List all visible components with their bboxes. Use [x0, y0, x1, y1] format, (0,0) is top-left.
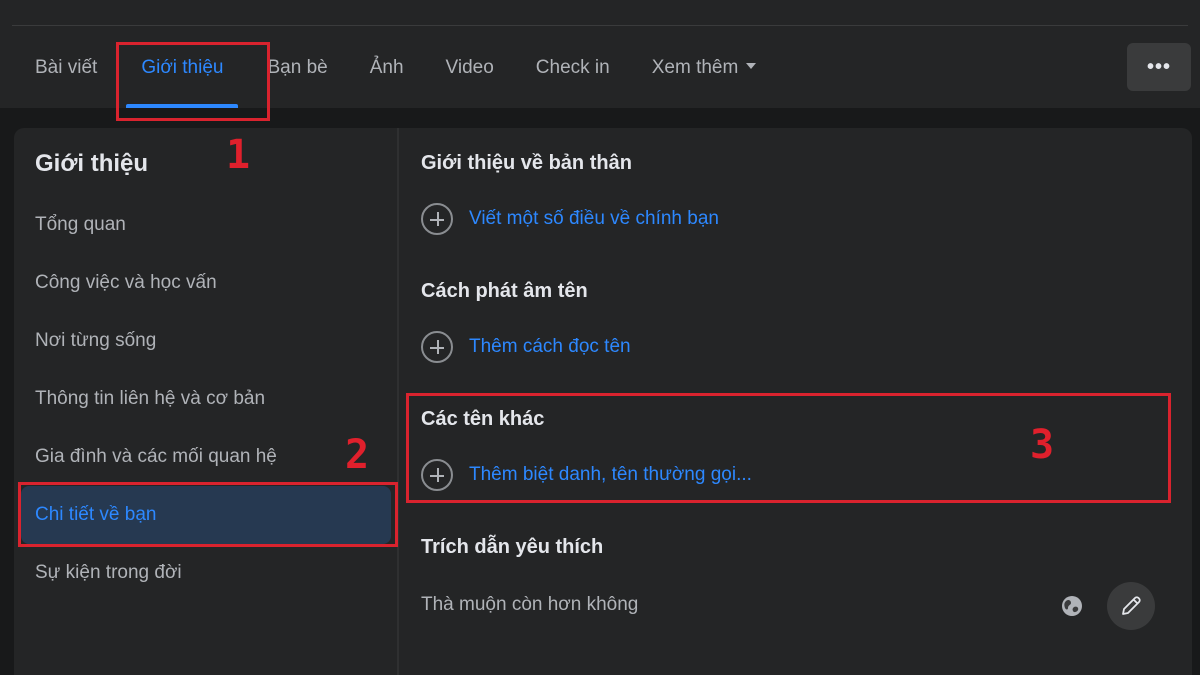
- tab-more[interactable]: Xem thêm: [631, 45, 778, 108]
- section-title-favorite-quotes: Trích dẫn yêu thích: [421, 536, 604, 558]
- more-horizontal-icon: •••: [1146, 55, 1171, 78]
- add-nickname-button[interactable]: Thêm biệt danh, tên thường gọi...: [421, 458, 752, 492]
- sidebar-item-overview[interactable]: Tổng quan: [21, 196, 391, 254]
- section-title-name-pronunciation: Cách phát âm tên: [421, 280, 588, 302]
- sidebar-title: Giới thiệu: [35, 150, 149, 177]
- sidebar-item-places-lived[interactable]: Nơi từng sống: [21, 312, 391, 370]
- plus-circle-icon: [421, 331, 453, 363]
- sidebar-item-family-relationships[interactable]: Gia đình và các mối quan hệ: [21, 428, 391, 486]
- tab-photos[interactable]: Ảnh: [349, 45, 425, 108]
- plus-circle-icon: [421, 203, 453, 235]
- edit-quote-button[interactable]: [1107, 582, 1155, 630]
- about-content: Giới thiệu về bản thân Viết một số điều …: [421, 128, 1192, 675]
- tab-posts[interactable]: Bài viết: [14, 45, 118, 108]
- tab-friends[interactable]: Bạn bè: [246, 45, 348, 108]
- globe-icon[interactable]: [1061, 595, 1083, 617]
- tab-video[interactable]: Video: [425, 45, 515, 108]
- divider: [12, 25, 1188, 26]
- tab-more-label: Xem thêm: [651, 57, 739, 78]
- add-name-pronunciation-button[interactable]: Thêm cách đọc tên: [421, 330, 631, 364]
- sidebar-item-work-education[interactable]: Công việc và học vấn: [21, 254, 391, 312]
- more-options-button[interactable]: •••: [1127, 43, 1191, 91]
- favorite-quote-text: Thà muộn còn hơn không: [421, 594, 639, 615]
- plus-circle-icon: [421, 459, 453, 491]
- tab-about[interactable]: Giới thiệu: [118, 45, 246, 108]
- profile-tab-bar: Bài viết Giới thiệu Bạn bè Ảnh Video Che…: [0, 0, 1200, 108]
- tab-check-in[interactable]: Check in: [515, 45, 631, 108]
- sidebar-item-life-events[interactable]: Sự kiện trong đời: [21, 544, 391, 602]
- sidebar-item-contact-basic-info[interactable]: Thông tin liên hệ và cơ bản: [21, 370, 391, 428]
- about-card: Giới thiệu Tổng quan Công việc và học vấ…: [14, 128, 1192, 675]
- section-title-other-names: Các tên khác: [421, 408, 545, 430]
- add-name-pronunciation-label: Thêm cách đọc tên: [469, 336, 631, 357]
- sidebar-item-details-about-you[interactable]: Chi tiết về bạn: [21, 486, 391, 544]
- add-about-yourself-button[interactable]: Viết một số điều về chính bạn: [421, 202, 719, 236]
- caret-down-icon: [746, 62, 757, 69]
- add-about-yourself-label: Viết một số điều về chính bạn: [469, 208, 719, 229]
- profile-tabs: Bài viết Giới thiệu Bạn bè Ảnh Video Che…: [14, 45, 777, 108]
- add-nickname-label: Thêm biệt danh, tên thường gọi...: [469, 464, 752, 485]
- pencil-icon: [1122, 596, 1141, 615]
- about-sidebar: Giới thiệu Tổng quan Công việc và học vấ…: [14, 128, 399, 675]
- section-title-about-yourself: Giới thiệu về bản thân: [421, 152, 632, 174]
